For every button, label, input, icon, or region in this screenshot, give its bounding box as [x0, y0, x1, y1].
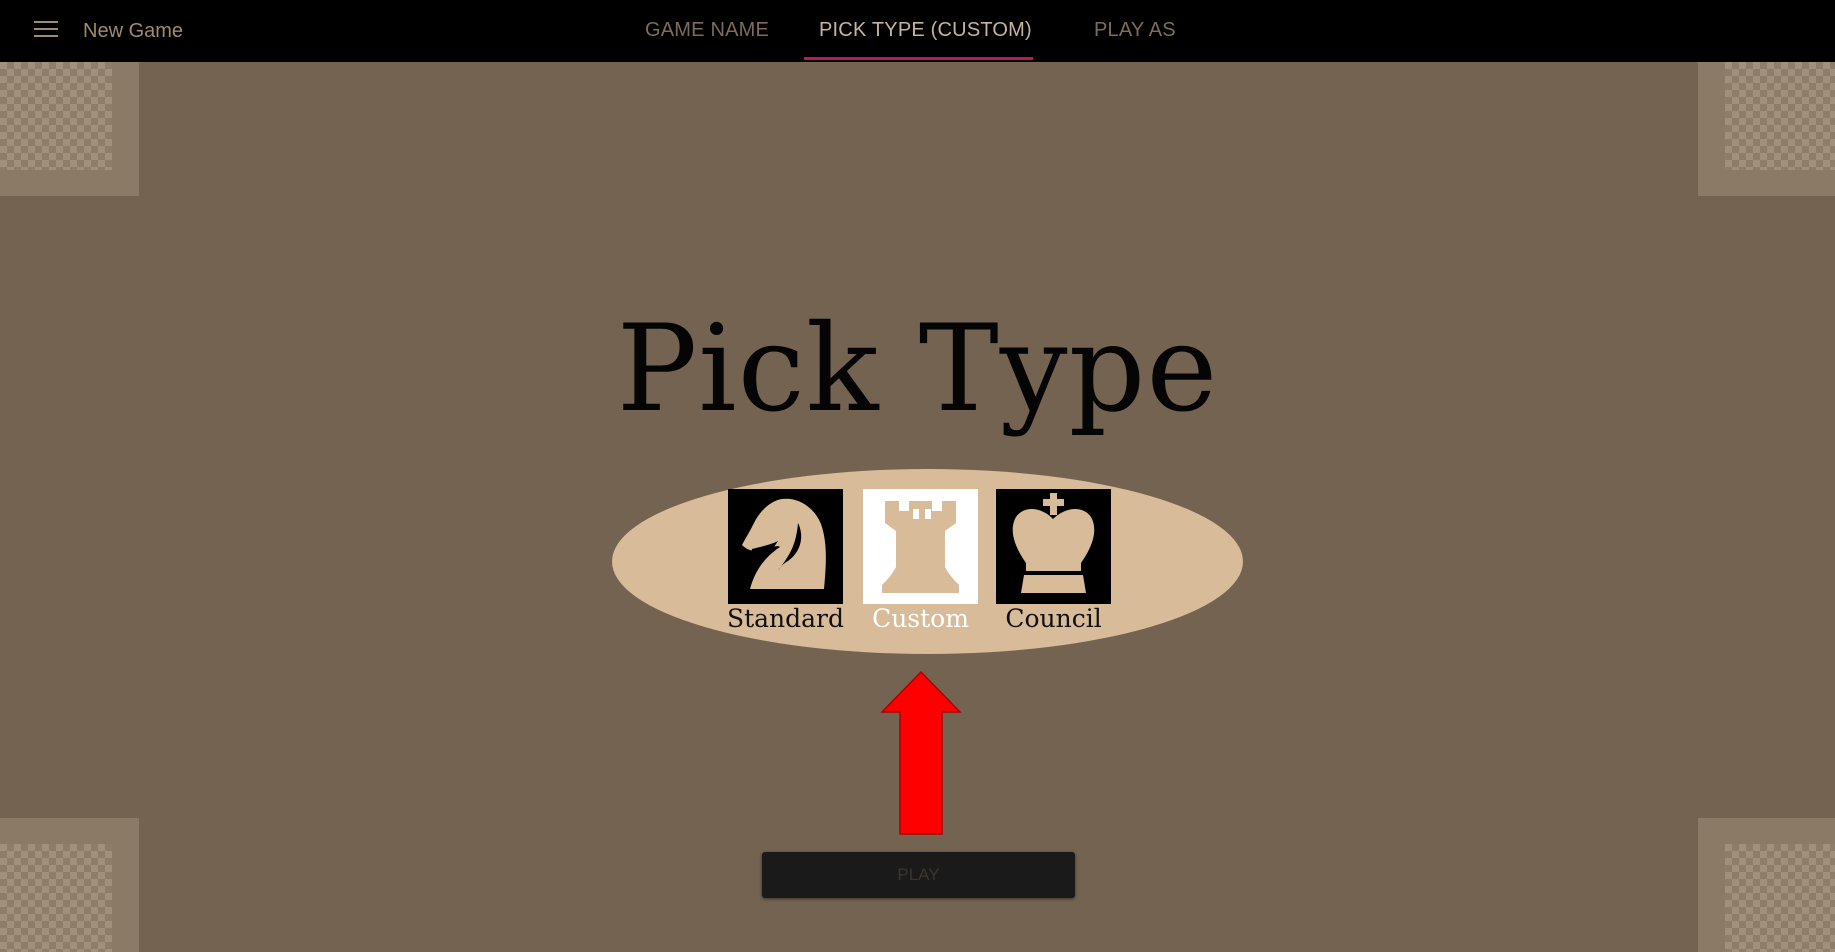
choice-custom-label: Custom [872, 604, 969, 633]
active-tab-indicator [804, 57, 1033, 60]
top-app-bar: New Game GAME NAME PICK TYPE (CUSTOM) PL… [0, 0, 1835, 62]
choice-standard[interactable]: Standard [727, 489, 844, 633]
tab-game-name[interactable]: GAME NAME [645, 19, 769, 42]
red-up-arrow-icon [880, 670, 962, 835]
corner-checkerboard-decoration [1698, 62, 1835, 196]
choice-council[interactable]: Council [996, 489, 1111, 633]
play-button[interactable]: PLAY [762, 852, 1075, 898]
app-title: New Game [83, 20, 184, 42]
king-icon [996, 489, 1111, 604]
rook-icon [863, 489, 978, 604]
corner-checkerboard-decoration [0, 62, 139, 196]
corner-checkerboard-decoration [1698, 818, 1835, 952]
choice-standard-label: Standard [726, 604, 845, 633]
hamburger-menu-icon[interactable] [34, 21, 58, 41]
choice-custom[interactable]: Custom [863, 489, 978, 633]
tab-play-as[interactable]: PLAY AS [1094, 19, 1176, 42]
corner-checkerboard-decoration [0, 818, 139, 952]
tab-pick-type[interactable]: PICK TYPE (CUSTOM) [819, 19, 1032, 42]
page-title: Pick Type [616, 300, 1219, 439]
choice-council-label: Council [1005, 604, 1102, 633]
knight-icon [728, 489, 843, 604]
